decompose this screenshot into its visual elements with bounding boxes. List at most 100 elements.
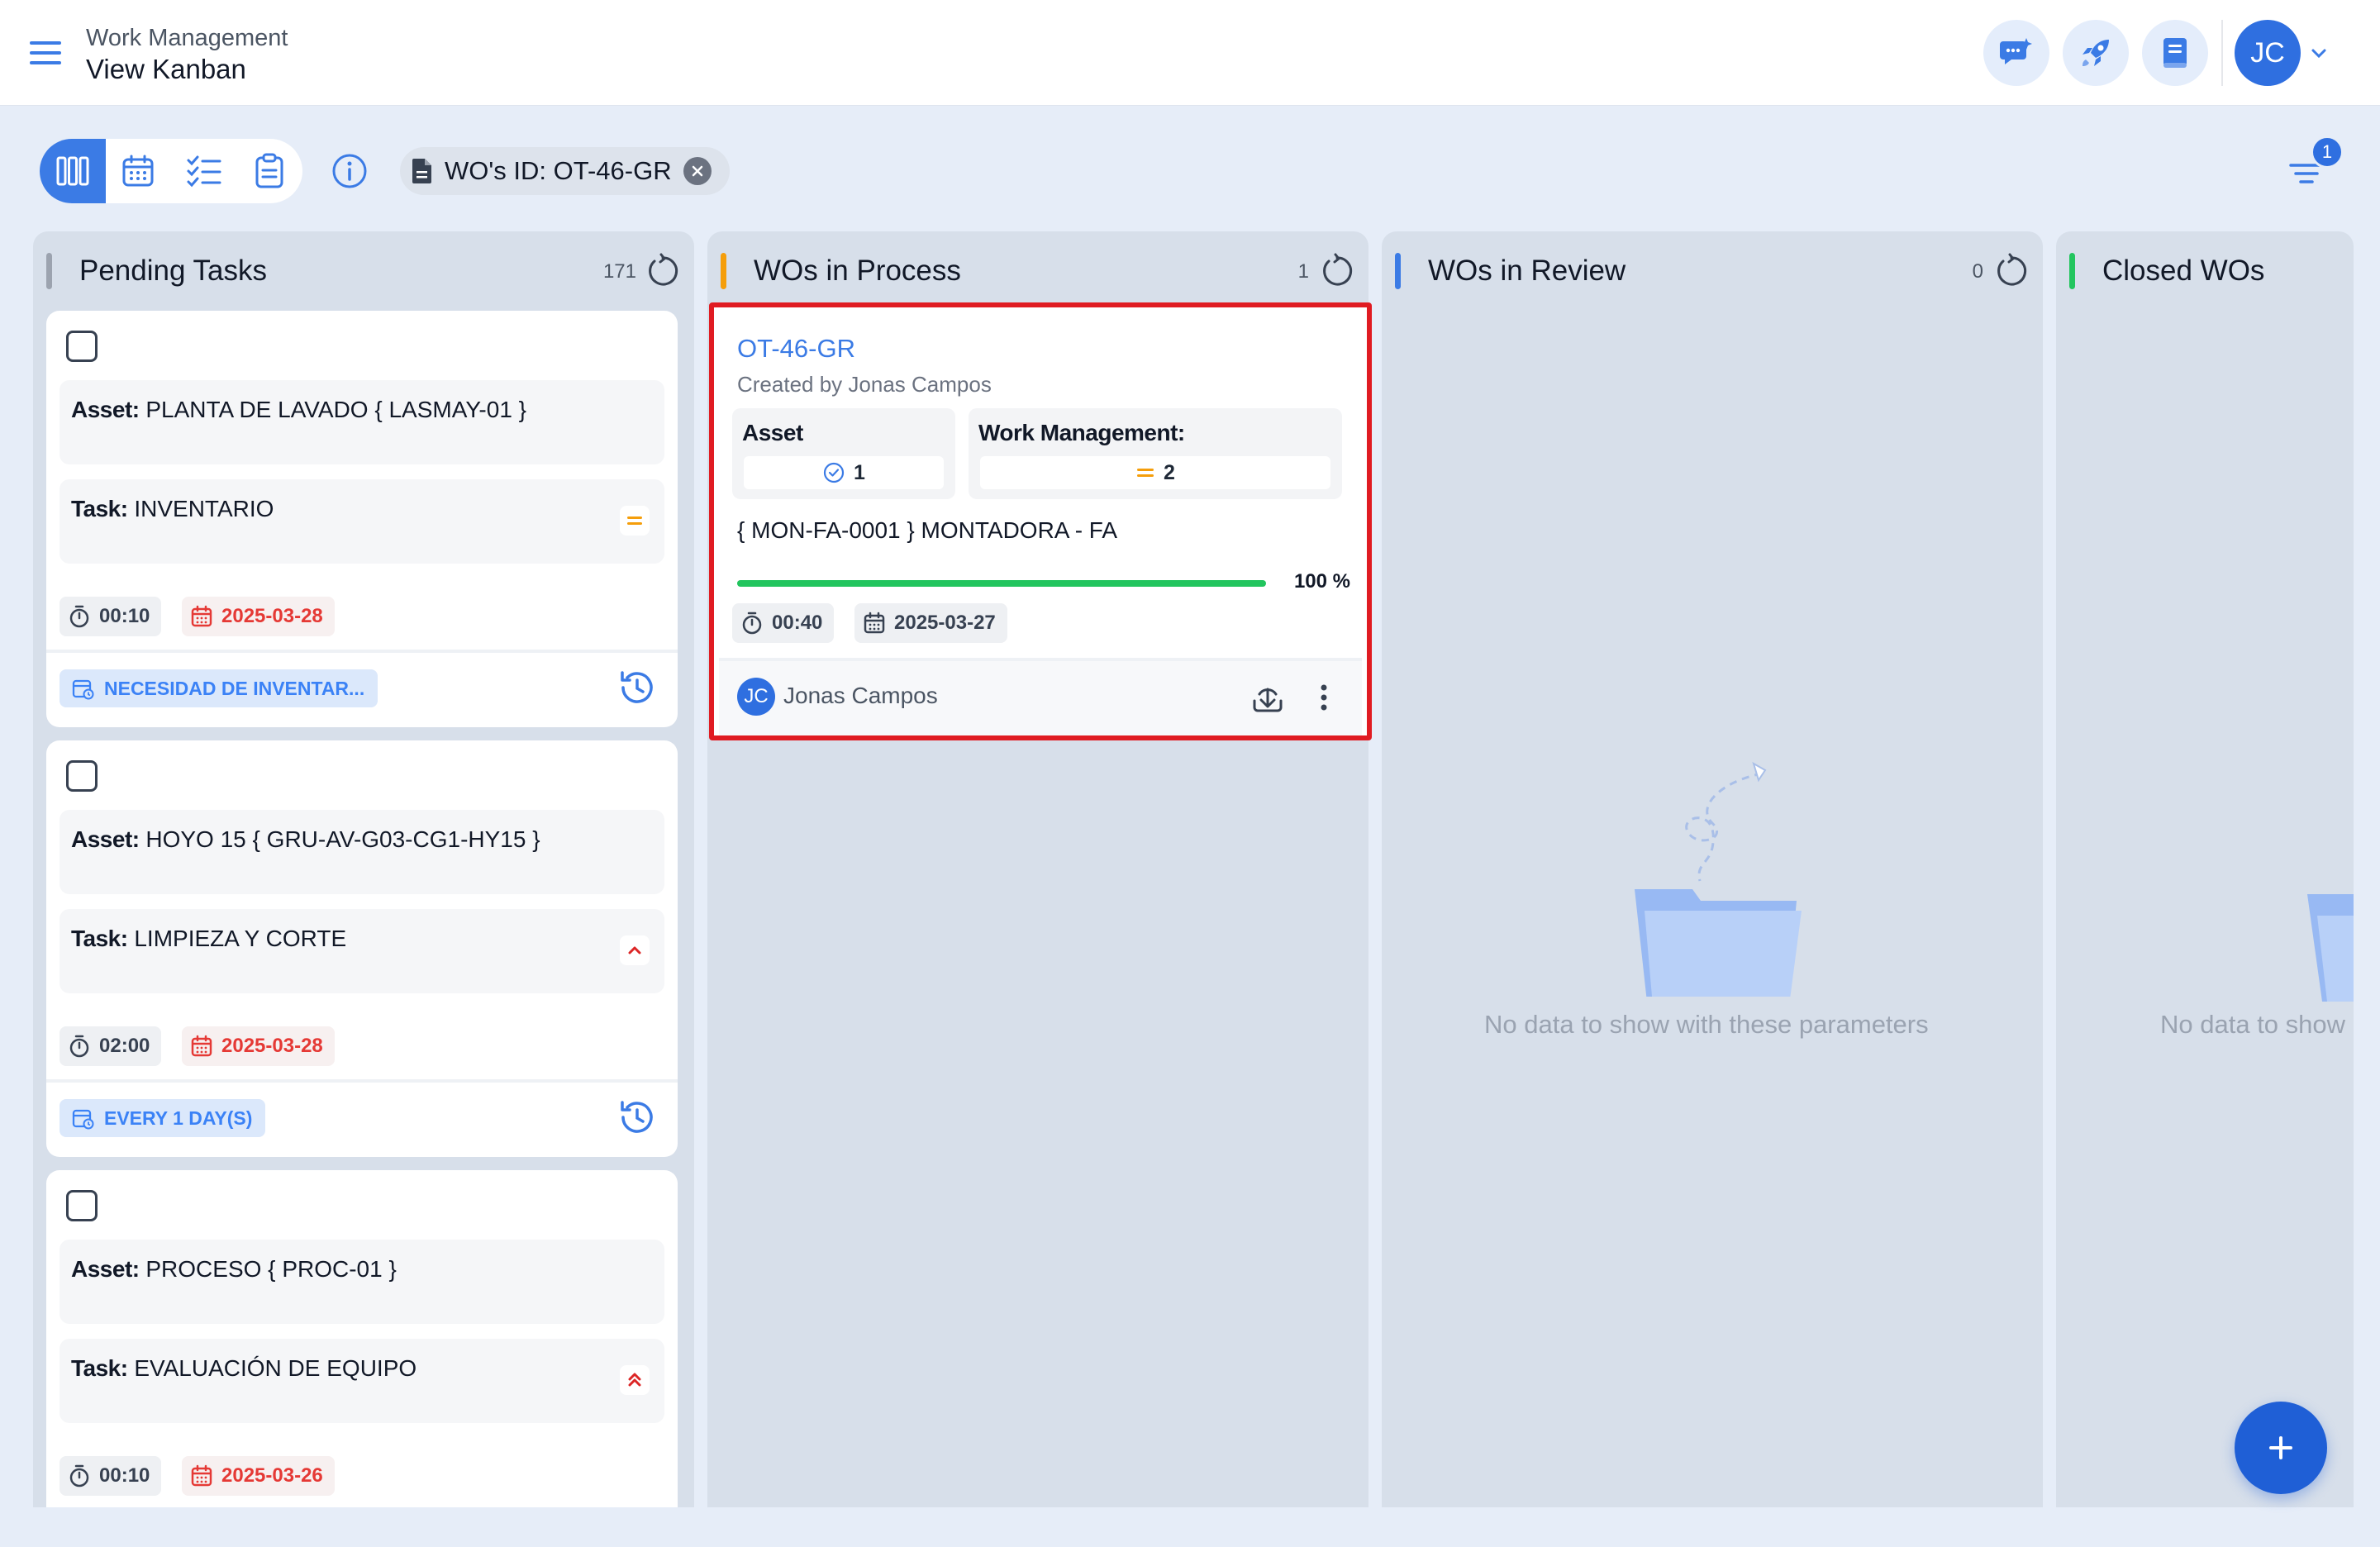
task-asset: Asset: HOYO 15 { GRU-AV-G03-CG1-HY15 }: [60, 810, 664, 894]
add-button[interactable]: [2235, 1402, 2327, 1494]
calendar-icon: [191, 1035, 212, 1057]
task-checkbox[interactable]: [66, 1190, 98, 1221]
calendar-view-icon: [122, 155, 154, 187]
schedule-icon: [72, 1109, 94, 1130]
schedule-badge[interactable]: EVERY 1 DAY(S): [60, 1099, 266, 1137]
card-divider: [46, 650, 678, 653]
refresh-icon[interactable]: [643, 253, 679, 289]
checklist-view-button[interactable]: [171, 139, 237, 203]
column-count: 1: [1297, 260, 1309, 283]
clipboard-view-button[interactable]: [237, 139, 303, 203]
task-checkbox[interactable]: [66, 331, 98, 362]
more-vertical-icon[interactable]: [1316, 678, 1332, 717]
column-accent: [46, 253, 52, 289]
workorder-card[interactable]: OT-46-GR Created by Jonas Campos Asset 1…: [709, 302, 1372, 740]
task-label: Task:: [71, 926, 128, 951]
task-duration: 00:10: [60, 1456, 162, 1496]
priority-medium-icon: [1137, 469, 1154, 477]
section-title: Work Management: [86, 25, 288, 51]
stopwatch-icon: [742, 612, 762, 635]
task-checkbox[interactable]: [66, 760, 98, 792]
menu-icon[interactable]: [28, 36, 64, 69]
workorder-created-by: Created by Jonas Campos: [737, 372, 992, 397]
history-icon[interactable]: [615, 666, 658, 709]
column-count: 0: [1972, 260, 1983, 283]
app-header: Work Management View Kanban JC: [0, 0, 2380, 106]
date-value: 2025-03-27: [894, 612, 996, 634]
task-card[interactable]: Asset: PLANTA DE LAVADO { LASMAY-01 } Ta…: [46, 311, 678, 727]
refresh-icon[interactable]: [1992, 253, 2028, 289]
duration-value: 00:40: [772, 612, 823, 634]
duration-value: 00:10: [99, 1464, 150, 1487]
task-date: 2025-03-26: [182, 1456, 335, 1496]
column-header: WOs in Review 0: [1382, 231, 2043, 311]
download-icon[interactable]: [1248, 678, 1288, 717]
column-title: Closed WOs: [2102, 255, 2265, 287]
workorder-id-link[interactable]: OT-46-GR: [737, 334, 855, 364]
column-header: WOs in Process 1: [707, 231, 1368, 311]
chevron-down-icon[interactable]: [2309, 43, 2329, 63]
info-icon[interactable]: [331, 152, 369, 190]
asset-box-label: Asset: [742, 420, 803, 445]
calendar-icon: [864, 612, 885, 634]
history-icon[interactable]: [615, 1096, 658, 1139]
ai-chat-icon: [2000, 38, 2032, 64]
rocket-button[interactable]: [2063, 20, 2129, 86]
asset-value: HOYO 15 { GRU-AV-G03-CG1-HY15 }: [145, 826, 540, 852]
column-count: 171: [602, 260, 636, 283]
task-asset: Asset: PLANTA DE LAVADO { LASMAY-01 }: [60, 380, 664, 464]
asset-label: Asset:: [71, 1256, 140, 1282]
calendar-icon: [191, 1464, 212, 1487]
asset-value: PLANTA DE LAVADO { LASMAY-01 }: [145, 397, 527, 422]
workorder-footer: JC Jonas Campos: [719, 661, 1362, 735]
workorder-card-body: OT-46-GR Created by Jonas Campos Asset 1…: [719, 312, 1362, 735]
page-titles: Work Management View Kanban: [86, 23, 288, 86]
user-avatar[interactable]: JC: [2235, 20, 2301, 86]
task-asset: Asset: PROCESO { PROC-01 }: [60, 1240, 664, 1324]
column-accent: [721, 253, 726, 289]
empty-folder-icon: [1621, 757, 1811, 997]
task-card[interactable]: Asset: HOYO 15 { GRU-AV-G03-CG1-HY15 } T…: [46, 740, 678, 1157]
assignee-avatar: JC: [737, 678, 775, 716]
task-value: LIMPIEZA Y CORTE: [134, 926, 347, 951]
column-pending-tasks: Pending Tasks 171 Asset: PLANTA DE LAVAD…: [33, 231, 694, 1507]
work-management-box: Work Management: 2: [969, 408, 1342, 499]
chip-close-icon[interactable]: [683, 157, 712, 185]
kanban-view-button[interactable]: [40, 139, 106, 203]
task-label: Task:: [71, 1355, 128, 1381]
kanban-view-icon: [56, 156, 89, 186]
task-name: Task: INVENTARIO: [60, 479, 664, 564]
progress-bar: [737, 580, 1266, 587]
book-button[interactable]: [2142, 20, 2208, 86]
page-title: View Kanban: [86, 54, 246, 84]
checklist-view-icon: [187, 155, 221, 188]
clipboard-view-icon: [255, 153, 283, 188]
ai-chat-button[interactable]: [1983, 20, 2049, 86]
filter-chip[interactable]: WO's ID: OT-46-GR: [400, 147, 730, 195]
date-value: 2025-03-28: [221, 605, 323, 627]
column-header: Pending Tasks 171: [33, 231, 694, 311]
priority-urgent-icon: [620, 1365, 650, 1395]
asset-count-box: Asset 1: [732, 408, 955, 499]
asset-label: Asset:: [71, 826, 140, 852]
check-circle-icon: [823, 462, 845, 483]
task-date: 2025-03-28: [182, 1026, 335, 1066]
refresh-icon[interactable]: [1317, 253, 1354, 289]
empty-state-text: No data to show with these parameters: [1484, 1010, 1929, 1039]
schedule-badge[interactable]: NECESIDAD DE INVENTAR...: [60, 669, 378, 707]
book-icon: [2163, 38, 2187, 68]
task-card[interactable]: Asset: PROCESO { PROC-01 } Task: EVALUAC…: [46, 1170, 678, 1507]
stopwatch-icon: [69, 1035, 89, 1058]
progress-fill: [737, 580, 1266, 587]
calendar-view-button[interactable]: [106, 139, 172, 203]
column-title: Pending Tasks: [79, 255, 268, 287]
task-duration: 02:00: [60, 1026, 162, 1066]
card-divider: [46, 1079, 678, 1083]
filter-chip-label: WO's ID: OT-46-GR: [445, 156, 672, 185]
asset-count-value: 1: [854, 460, 865, 484]
schedule-icon: [72, 679, 94, 700]
column-accent: [2069, 253, 2075, 289]
asset-label: Asset:: [71, 397, 140, 422]
column-closed-wos: Closed WOs No data to show: [2056, 231, 2354, 1507]
column-header: Closed WOs: [2056, 231, 2354, 311]
